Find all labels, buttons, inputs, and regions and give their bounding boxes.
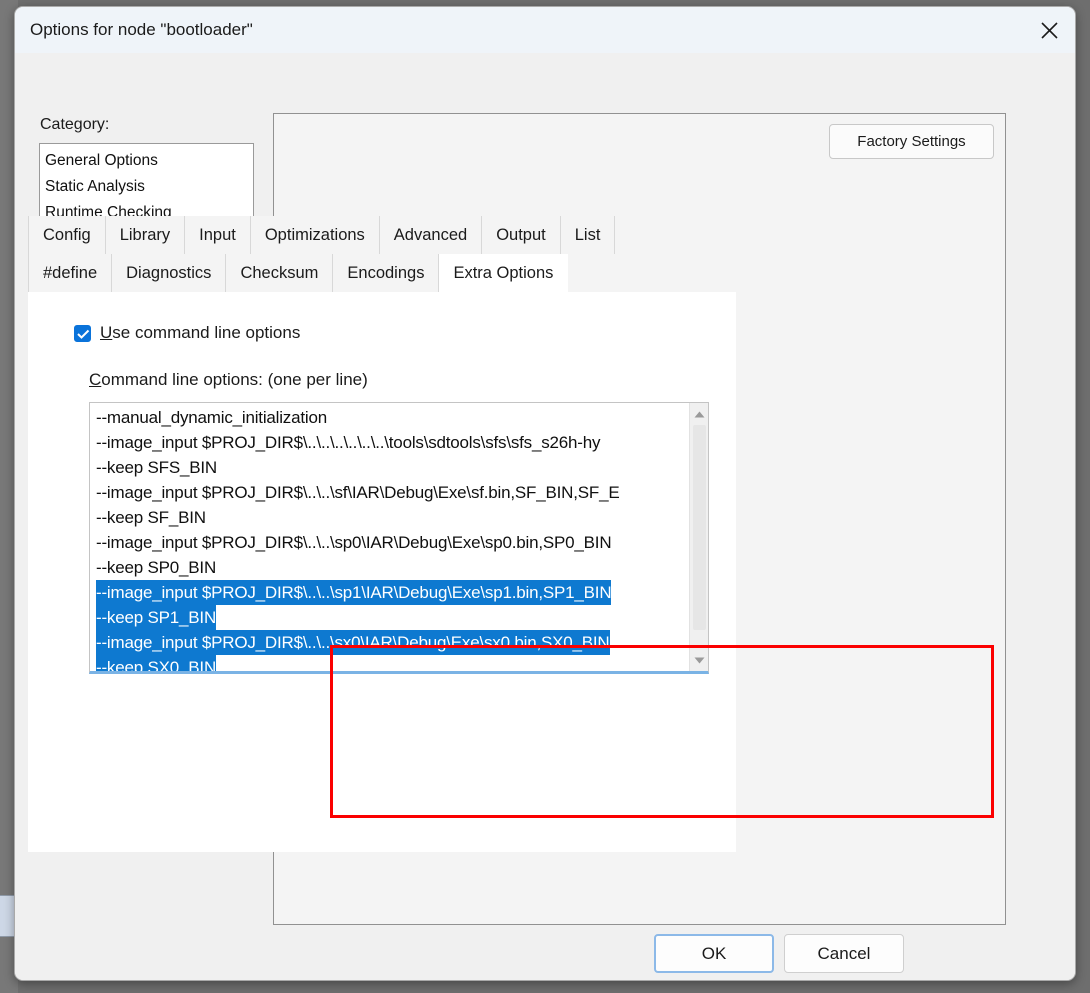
options-dialog: Options for node "bootloader" Category: …	[14, 6, 1076, 981]
tab-row-2: #define Diagnostics Checksum Encodings Extra…	[28, 254, 736, 292]
tab-label: Config	[43, 226, 91, 244]
factory-settings-button[interactable]: Factory Settings	[829, 124, 994, 159]
tab-optimizations[interactable]: Optimizations	[251, 216, 380, 254]
scroll-down-arrow-icon[interactable]	[690, 651, 708, 669]
command-line-option-row[interactable]: --keep SP1_BIN	[90, 605, 690, 630]
command-line-options-label: Command line options: (one per line)	[89, 370, 368, 390]
accel-u: U	[100, 323, 112, 342]
tab-label: Extra Options	[453, 264, 553, 282]
tab-label: Input	[199, 226, 236, 244]
command-line-option-text: --image_input $PROJ_DIR$\..\..\sx0\IAR\D…	[96, 630, 610, 655]
tab-row-1: Config Library Input Optimizations Advanced O…	[28, 216, 736, 254]
command-line-option-row[interactable]: --image_input $PROJ_DIR$\..\..\sf\IAR\De…	[90, 480, 690, 505]
tab-label: Output	[496, 226, 546, 244]
command-line-option-row[interactable]: --image_input $PROJ_DIR$\..\..\sp0\IAR\D…	[90, 530, 690, 555]
tab-label: Diagnostics	[126, 264, 211, 282]
sidebar-item-label: General Options	[45, 152, 158, 169]
cmd-label-rest: ommand line options: (one per line)	[101, 370, 367, 389]
command-line-option-text: --manual_dynamic_initialization	[96, 405, 327, 430]
tab-label: Library	[120, 226, 170, 244]
tab-label: List	[575, 226, 601, 244]
scroll-up-arrow-icon[interactable]	[690, 405, 708, 423]
tab-output[interactable]: Output	[482, 216, 561, 254]
command-line-option-row[interactable]: --image_input $PROJ_DIR$\..\..\sx0\IAR\D…	[90, 630, 690, 655]
sidebar-item-static-analysis[interactable]: Static Analysis	[40, 174, 253, 200]
command-line-options-textarea[interactable]: --manual_dynamic_initialization--image_i…	[89, 402, 709, 674]
tab-label: Encodings	[347, 264, 424, 282]
command-line-option-text: --image_input $PROJ_DIR$\..\..\sp1\IAR\D…	[96, 580, 611, 605]
sidebar-item-label: Static Analysis	[45, 178, 145, 195]
command-line-option-row[interactable]: --keep SX0_BIN	[90, 655, 690, 673]
tab-bar: Config Library Input Optimizations Advanced O…	[28, 216, 736, 292]
command-line-option-row[interactable]: --keep SF_BIN	[90, 505, 690, 530]
command-line-option-text: --keep SFS_BIN	[96, 455, 217, 480]
command-line-option-text: --keep SP0_BIN	[96, 555, 216, 580]
extra-options-tab-page: Use command line options Command line op…	[28, 292, 736, 852]
checkbox-checked-icon[interactable]	[74, 325, 91, 342]
command-line-options-lines[interactable]: --manual_dynamic_initialization--image_i…	[90, 405, 690, 673]
tab-advanced[interactable]: Advanced	[380, 216, 482, 254]
close-icon[interactable]	[1023, 7, 1075, 53]
command-line-option-row[interactable]: --keep SFS_BIN	[90, 455, 690, 480]
tab-list[interactable]: List	[561, 216, 616, 254]
command-line-option-text: --image_input $PROJ_DIR$\..\..\..\..\..\…	[96, 430, 600, 455]
tab-encodings[interactable]: Encodings	[333, 254, 439, 292]
accel-c: C	[89, 370, 101, 389]
command-line-option-text: --image_input $PROJ_DIR$\..\..\sp0\IAR\D…	[96, 530, 611, 555]
tab-diagnostics[interactable]: Diagnostics	[112, 254, 226, 292]
tab-library[interactable]: Library	[106, 216, 185, 254]
command-line-option-row[interactable]: --image_input $PROJ_DIR$\..\..\sp1\IAR\D…	[90, 580, 690, 605]
dialog-titlebar: Options for node "bootloader"	[15, 7, 1075, 53]
tab-define[interactable]: #define	[28, 254, 112, 292]
command-line-option-text: --keep SP1_BIN	[96, 605, 216, 630]
textarea-vertical-scrollbar[interactable]	[689, 403, 708, 671]
ok-button[interactable]: OK	[654, 934, 774, 973]
tab-checksum[interactable]: Checksum	[226, 254, 333, 292]
sidebar-item-general-options[interactable]: General Options	[40, 148, 253, 174]
tab-config[interactable]: Config	[28, 216, 106, 254]
command-line-option-row[interactable]: --manual_dynamic_initialization	[90, 405, 690, 430]
tab-label: Checksum	[240, 264, 318, 282]
command-line-option-text: --keep SF_BIN	[96, 505, 206, 530]
tab-extra-options[interactable]: Extra Options	[439, 254, 568, 292]
category-label: Category:	[40, 116, 109, 134]
cancel-button[interactable]: Cancel	[784, 934, 904, 973]
tab-input[interactable]: Input	[185, 216, 251, 254]
command-line-option-text: --keep SX0_BIN	[96, 655, 216, 673]
tab-label: #define	[43, 264, 97, 282]
use-command-line-options-checkbox-row[interactable]: Use command line options	[74, 323, 300, 343]
use-command-line-options-label: Use command line options	[100, 323, 300, 343]
scrollbar-thumb[interactable]	[693, 425, 706, 630]
tab-label: Optimizations	[265, 226, 365, 244]
dialog-title: Options for node "bootloader"	[30, 20, 253, 40]
label-rest: se command line options	[112, 323, 300, 342]
dialog-body: Category: General Options Static Analysis…	[15, 53, 1075, 981]
command-line-option-row[interactable]: --keep SP0_BIN	[90, 555, 690, 580]
command-line-option-row[interactable]: --image_input $PROJ_DIR$\..\..\..\..\..\…	[90, 430, 690, 455]
tab-label: Advanced	[394, 226, 467, 244]
command-line-option-text: --image_input $PROJ_DIR$\..\..\sf\IAR\De…	[96, 480, 619, 505]
